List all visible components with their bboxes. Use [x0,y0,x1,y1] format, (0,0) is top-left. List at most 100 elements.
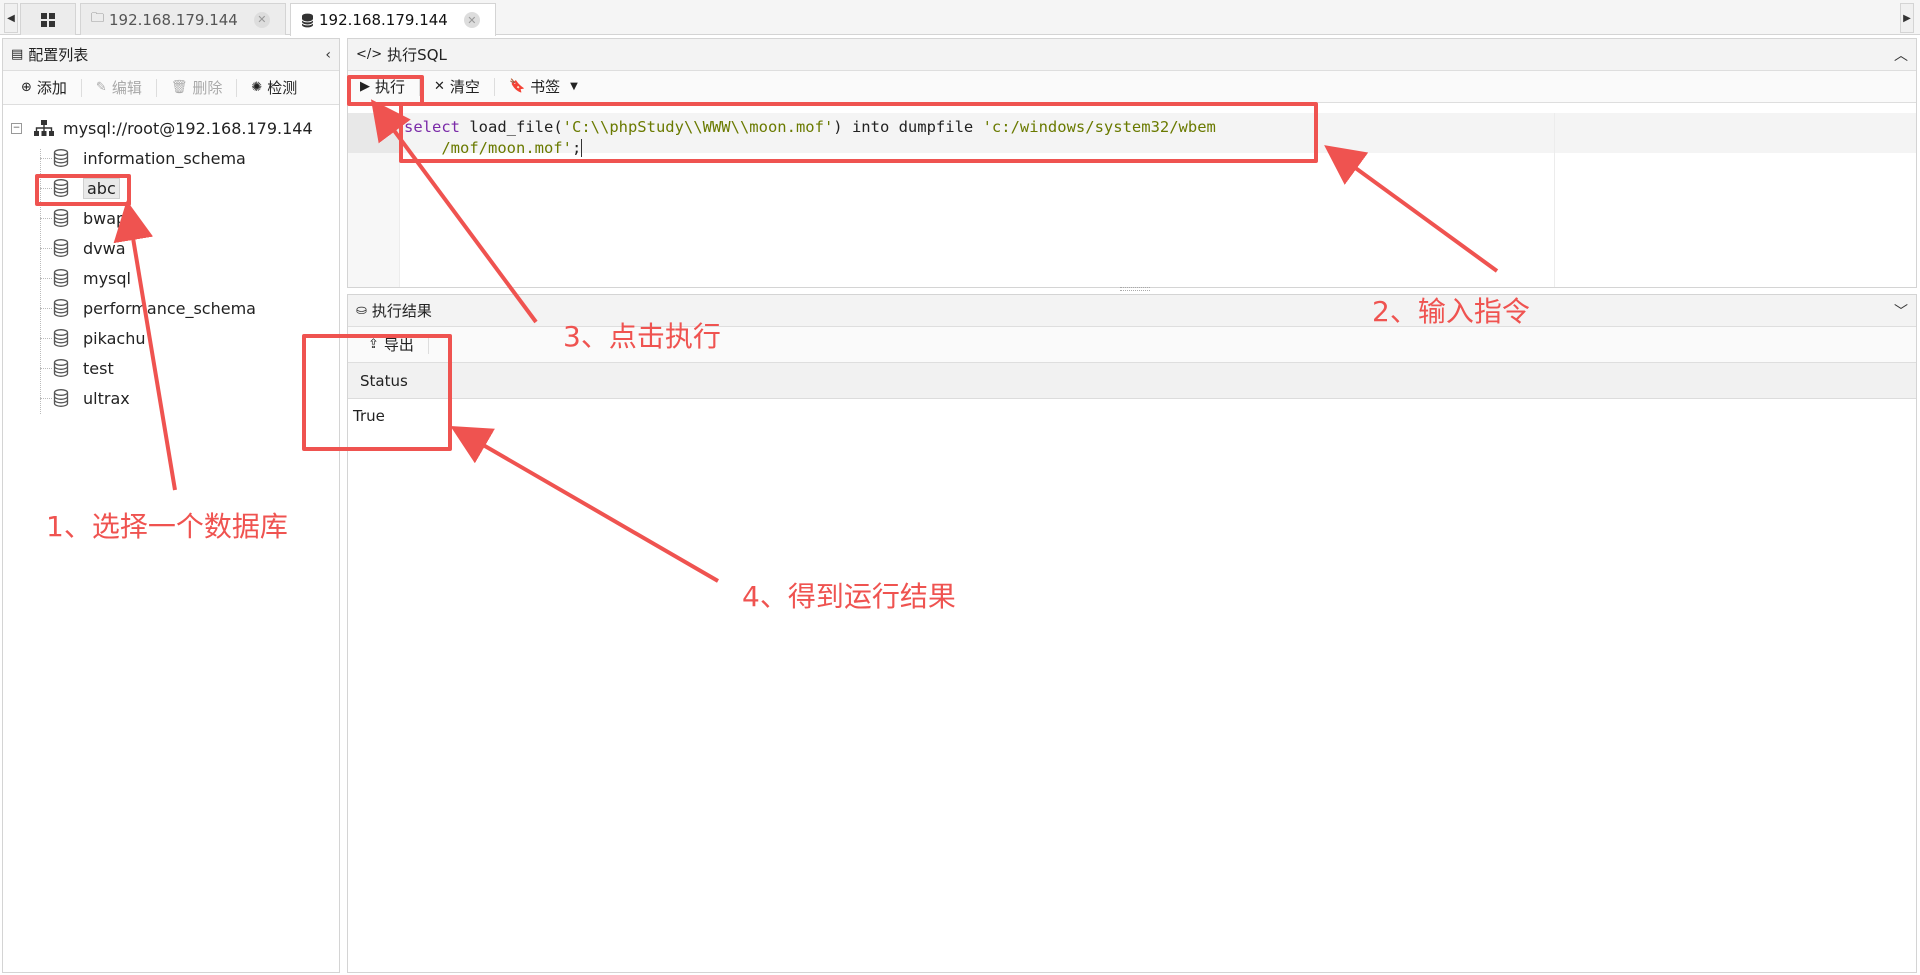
database-icon [53,209,69,227]
config-toolbar: ⊕ 添加 ✎ 编辑 🗑 删除 ✺ 检测 [3,71,339,105]
database-label: ultrax [83,388,130,408]
add-label: 添加 [36,79,67,97]
sql-toolbar: ▶ 执行 ✕ 清空 🔖 书签 ▼ [348,71,1916,103]
divider [80,78,82,97]
sitemap-icon [34,120,54,136]
divider [155,78,157,97]
scroll-left-icon[interactable]: ◀ [4,3,18,33]
clear-label: 清空 [449,78,480,96]
tab-bar: ◀ 🗀 192.168.179.144 ✕ 192.168.179.144 ✕ … [0,0,1920,36]
tab-database[interactable]: 192.168.179.144 ✕ [290,3,496,36]
database-icon [53,359,69,377]
tree-item-database[interactable]: information_schema [3,143,339,173]
inbox-icon: ⛀ [356,303,367,318]
play-icon: ▶ [360,79,370,94]
cell-status[interactable]: True [353,407,385,425]
bookmark-icon: 🔖 [508,79,526,94]
chevron-up-icon[interactable]: ︿ [1894,45,1908,65]
close-icon[interactable]: ✕ [463,12,480,28]
database-icon [53,179,69,197]
chevron-down-icon[interactable]: ﹀ [1894,301,1908,321]
divider [236,78,238,97]
plus-circle-icon: ⊕ [21,80,32,95]
database-label: test [83,358,114,378]
panel-header: ▤ 配置列表 ‹ [3,39,339,71]
database-label: information_schema [83,148,246,168]
database-label: mysql [83,268,131,288]
result-toolbar: ⇪ 导出 [348,327,1916,363]
edit-label: 编辑 [111,79,142,97]
tab-label: 192.168.179.144 [319,11,448,29]
bookmark-label: 书签 [530,78,561,96]
sql-editor[interactable]: 1 select load_file('C:\\phpStudy\\WWW\\m… [348,113,1916,287]
tree-item-database[interactable]: pikachu [3,323,339,353]
database-icon [301,13,314,27]
database-icon [53,389,69,407]
edit-icon: ✎ [95,80,107,95]
database-label: dvwa [83,238,126,258]
database-icon [53,329,69,347]
export-button[interactable]: ⇪ 导出 [360,333,422,357]
delete-label: 删除 [192,79,223,97]
bookmark-button[interactable]: 🔖 书签 ▼ [501,75,586,99]
print-margin [1554,113,1555,287]
database-label: pikachu [83,328,146,348]
result-panel-title: 执行结果 [371,302,432,320]
sql-panel-header: </> 执行SQL ︿ [348,39,1916,71]
folder-icon: 🗀 [91,10,105,26]
database-label: bwapp [83,208,137,228]
tree-item-database[interactable]: test [3,353,339,383]
tree-item-database[interactable]: performance_schema [3,293,339,323]
database-label: abc [83,177,120,199]
caret-down-icon: ▼ [570,81,578,92]
database-icon [53,239,69,257]
tree-item-database[interactable]: mysql [3,263,339,293]
grid-icon [41,12,55,27]
line-number: 1 [381,117,391,135]
sql-panel-title: 执行SQL [387,46,447,64]
sql-text: ; [571,139,582,157]
delete-button[interactable]: 🗑 删除 [163,76,231,100]
sql-string: 'C:\\phpStudy\\WWW\\moon.mof' [562,118,834,136]
tree-root-connection[interactable]: − mysql://root@192.168.179.144 [3,113,339,143]
check-button[interactable]: ✺ 检测 [243,76,305,100]
resize-handle[interactable] [1120,287,1150,291]
divider [427,335,429,354]
close-icon[interactable]: ✕ [253,11,270,28]
clear-button[interactable]: ✕ 清空 [426,75,488,99]
execute-label: 执行 [375,78,406,96]
sql-text: load_file( [460,118,563,136]
tab-file-manager[interactable]: 🗀 192.168.179.144 ✕ [80,3,286,35]
sql-string: 'c:/windows/system32/wbem [982,118,1216,136]
edit-button[interactable]: ✎ 编辑 [88,76,150,100]
line-gutter: 1 [348,113,400,287]
add-button[interactable]: ⊕ 添加 [13,76,75,100]
scroll-right-icon[interactable]: ▶ [1900,3,1914,33]
tree-item-database[interactable]: dvwa [3,233,339,263]
check-label: 检测 [267,79,298,97]
tree-item-database[interactable]: abc [3,173,339,203]
collapse-left-icon[interactable]: ‹ [325,47,331,63]
table-row[interactable]: True [348,399,1916,433]
database-tree: − mysql://root@192.168.179.144 informati… [3,105,339,414]
code-icon: </> [356,47,383,62]
tab-home[interactable] [20,3,76,35]
upload-icon: ⇪ [368,337,379,352]
collapse-tree-icon[interactable]: − [11,122,22,134]
list-icon: ▤ [11,47,24,62]
sql-panel: </> 执行SQL ︿ ▶ 执行 ✕ 清空 🔖 书签 ▼ 1 select lo… [347,38,1917,288]
connection-label: mysql://root@192.168.179.144 [63,118,313,138]
tree-item-database[interactable]: bwapp [3,203,339,233]
gutter-active-line [348,113,400,153]
divider [419,77,421,96]
sql-string: /mof/moon.mof' [441,139,572,157]
close-icon: ✕ [434,79,445,94]
execute-button[interactable]: ▶ 执行 [352,75,413,99]
tab-label: 192.168.179.144 [109,10,238,29]
result-panel: ⛀ 执行结果 ﹀ ⇪ 导出 Status True [347,294,1917,973]
text-cursor: ​ [581,139,583,157]
tree-item-database[interactable]: ultrax [3,383,339,413]
spinner-icon: ✺ [251,80,263,95]
sql-code[interactable]: select load_file('C:\\phpStudy\\WWW\\moo… [404,117,1216,159]
column-header-status[interactable]: Status [360,372,408,390]
